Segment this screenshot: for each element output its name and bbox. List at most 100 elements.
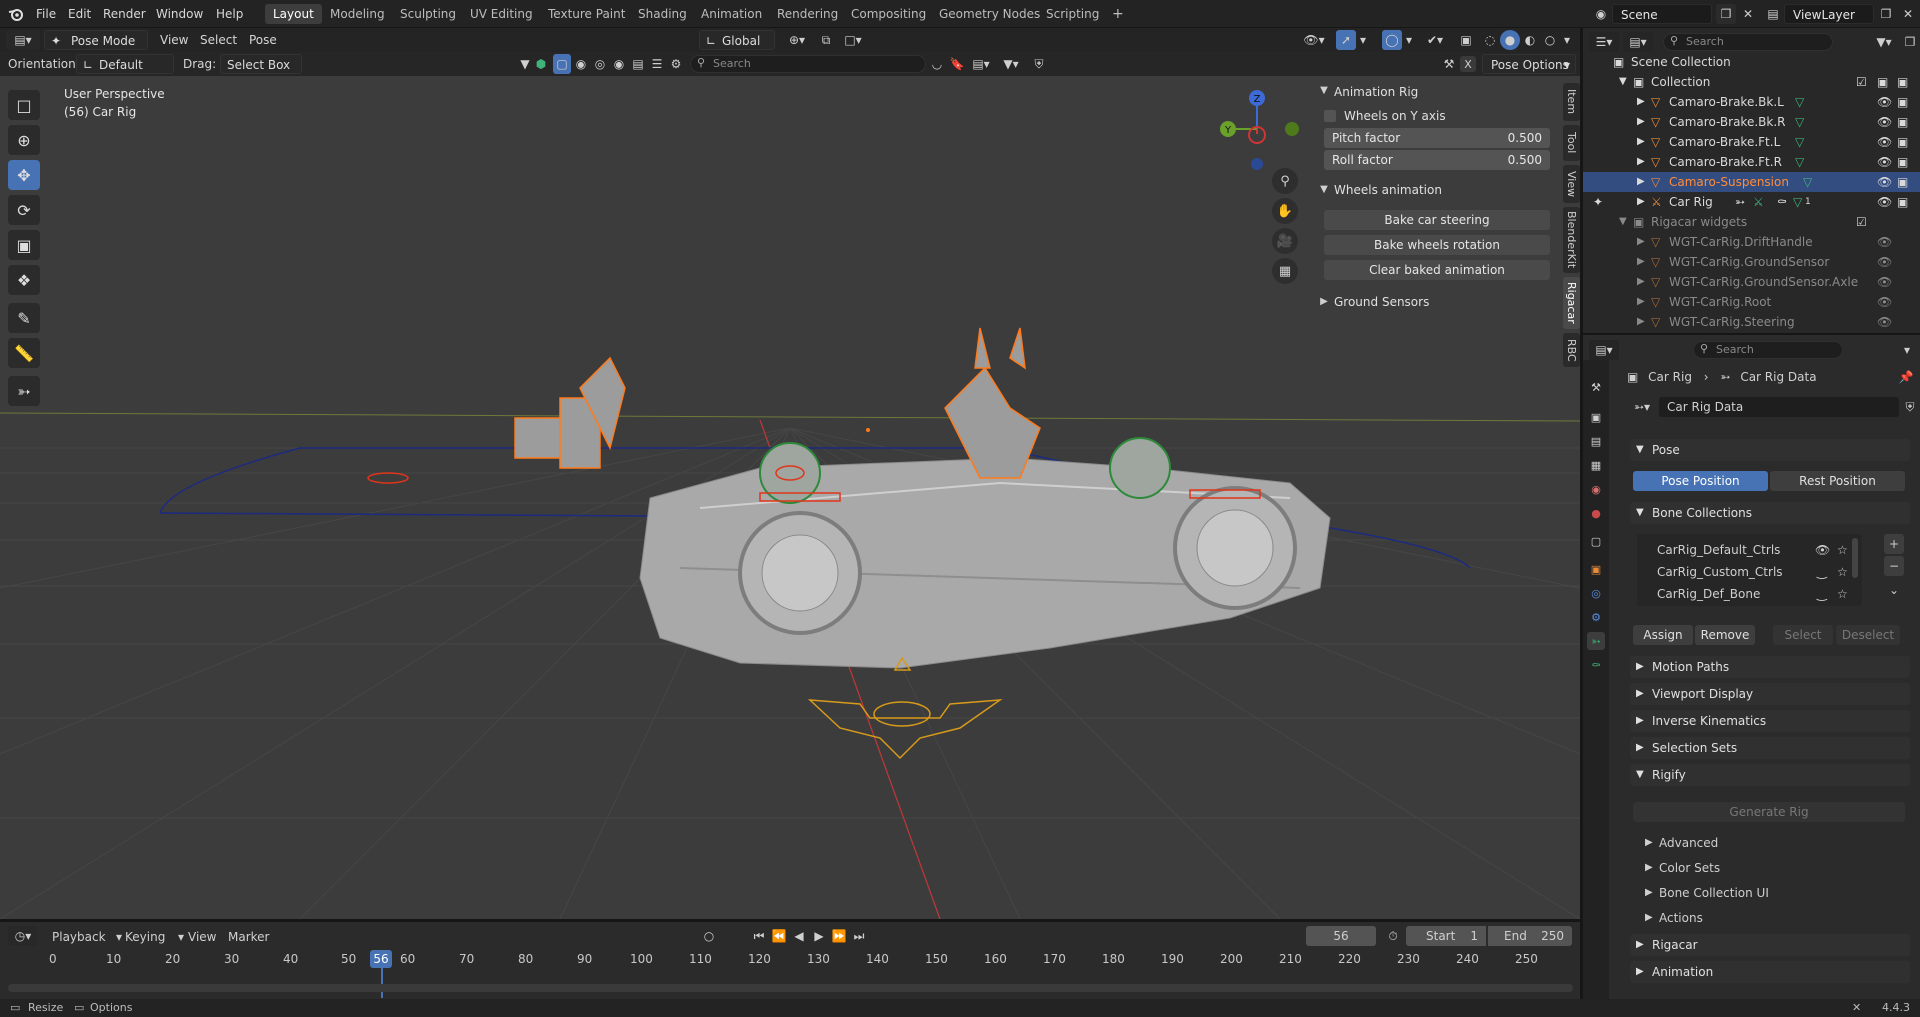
list-item[interactable]: CarRig_Custom_Ctrls ‿ ☆	[1637, 562, 1862, 582]
eye-icon[interactable]: 👁	[1877, 272, 1892, 292]
tab-blenderkit[interactable]: BlenderKit	[1563, 207, 1580, 273]
menu-keying[interactable]: Keying	[125, 930, 165, 944]
end-frame-field[interactable]: End 250	[1488, 926, 1572, 946]
delete-scene-icon[interactable]: ✕	[1738, 4, 1758, 24]
area-divider[interactable]	[1583, 333, 1920, 335]
menu-playback[interactable]: Playback	[52, 930, 106, 944]
selection-sets-panel-header[interactable]: ▶ Selection Sets	[1630, 737, 1910, 759]
tab-view[interactable]: View	[1563, 165, 1580, 203]
properties-search-input[interactable]: ⚲ Search	[1693, 341, 1843, 359]
playhead-frame[interactable]: 56	[370, 950, 392, 968]
select-layers-icon[interactable]: ▤	[629, 54, 647, 74]
roll-factor-field[interactable]: Roll factor 0.500	[1324, 150, 1550, 170]
collection-tab-icon[interactable]: ▢	[1587, 532, 1605, 550]
menu-edit[interactable]: Edit	[62, 5, 97, 23]
checkbox-icon[interactable]: ☑	[1856, 72, 1867, 92]
snap-target-icon[interactable]: □▾	[838, 30, 868, 50]
remove-button[interactable]: Remove	[1695, 625, 1755, 645]
mode-selector[interactable]: ✦ Pose Mode	[44, 30, 148, 50]
tab-modeling[interactable]: Modeling	[322, 4, 393, 24]
visibility-icon[interactable]: 👁▾	[1296, 30, 1332, 50]
menu-view[interactable]: View	[160, 30, 188, 50]
outliner-item[interactable]: ▶ ▽ Camaro-Brake.Ft.R ▽ 👁 ▣	[1583, 152, 1920, 172]
match-case-icon[interactable]: ◡	[928, 54, 946, 74]
camera-icon[interactable]: ▣	[1897, 172, 1908, 192]
chevron-down-icon[interactable]: ⌄	[1884, 580, 1904, 600]
eye-icon[interactable]: 👁	[1877, 192, 1892, 212]
zoom-icon[interactable]: ⚲	[1272, 168, 1298, 194]
outliner-item-selected[interactable]: ▶ ▽ Camaro-Suspension ▽ 👁 ▣	[1583, 172, 1920, 192]
pose-panel-header[interactable]: ▼ Pose	[1630, 439, 1910, 461]
properties-editor-icon[interactable]: ▤▾	[1589, 340, 1619, 360]
display-mode-icon[interactable]: ▤▾	[1623, 32, 1653, 52]
animation-panel-header[interactable]: ▶ Animation	[1630, 961, 1910, 983]
snap-icon[interactable]: ⧉	[816, 30, 836, 50]
fake-user-shield-icon[interactable]: ⛨	[1901, 397, 1919, 417]
viewport-search-input[interactable]: ⚲ Search	[690, 55, 926, 73]
world-tab-icon[interactable]: ●	[1587, 504, 1605, 522]
viewport-display-panel-header[interactable]: ▶ Viewport Display	[1630, 683, 1910, 705]
play-reverse-icon[interactable]: ◀	[790, 927, 808, 945]
eye-icon[interactable]: 👁	[1877, 172, 1892, 192]
bone-collections-panel-header[interactable]: ▼ Bone Collections	[1630, 502, 1910, 524]
actions-subpanel-header[interactable]: ▶ Actions	[1643, 908, 1905, 928]
armature-data-icon[interactable]: ➳▾	[1627, 397, 1657, 417]
select-bones-button[interactable]: Select	[1773, 625, 1833, 645]
tab-geometry-nodes[interactable]: Geometry Nodes	[931, 4, 1048, 24]
chevron-down-icon[interactable]: ▾	[1899, 340, 1915, 360]
wheels-y-checkbox[interactable]	[1324, 110, 1336, 122]
new-collection-icon[interactable]: ❐	[1901, 32, 1919, 52]
timeline-scrollbar[interactable]	[8, 984, 1573, 992]
stopwatch-icon[interactable]: ⏱	[1384, 927, 1402, 945]
mirror-x-button[interactable]: X	[1460, 56, 1476, 72]
wireframe-shading-icon[interactable]: ◌	[1480, 30, 1500, 50]
rest-position-button[interactable]: Rest Position	[1770, 471, 1905, 491]
menu-timeline-view[interactable]: View	[188, 930, 216, 944]
transform-orientation-selector[interactable]: ∟ Global	[699, 30, 775, 50]
tab-layout[interactable]: Layout	[265, 4, 322, 24]
widgets-collection-row[interactable]: ▼ ▣ Rigacar widgets ☑	[1583, 212, 1920, 232]
tab-rbc[interactable]: RBC	[1563, 333, 1580, 367]
rendered-shading-icon[interactable]: ○	[1540, 30, 1560, 50]
overlay-dropdown-icon[interactable]: ▾	[1402, 30, 1416, 50]
tab-rendering[interactable]: Rendering	[769, 4, 846, 24]
filter-icon[interactable]: ▼▾	[1869, 32, 1899, 52]
assign-button[interactable]: Assign	[1633, 625, 1693, 645]
wheels-animation-header[interactable]: Wheels animation	[1334, 180, 1442, 200]
rigify-panel-header[interactable]: ▼ Rigify	[1630, 764, 1910, 786]
chevron-down-icon[interactable]: ▼	[1318, 82, 1330, 98]
outliner-item[interactable]: ▶ ▽ Camaro-Brake.Ft.L ▽ 👁 ▣	[1583, 132, 1920, 152]
navigation-gizmo[interactable]: Z Y	[1210, 86, 1306, 172]
menu-file[interactable]: File	[30, 5, 62, 23]
pose-options-dropdown[interactable]: Pose Options ▾	[1482, 54, 1576, 74]
checkbox-icon[interactable]: ☑	[1856, 212, 1867, 232]
select-mode-icon[interactable]: ▢	[553, 54, 571, 74]
outliner-editor-icon[interactable]: ☰▾	[1589, 32, 1619, 52]
output-tab-icon[interactable]: ▤	[1587, 432, 1605, 450]
rig-settings-icon[interactable]: ⚒	[1440, 54, 1458, 74]
tab-uv-editing[interactable]: UV Editing	[462, 4, 541, 24]
chevron-down-icon[interactable]: ▼	[1318, 181, 1330, 197]
outliner-item[interactable]: ▶ ▽ WGT-CarRig.GroundSensor.Axle 👁	[1583, 272, 1920, 292]
scene-icon[interactable]: ◉	[1590, 4, 1612, 24]
advanced-subpanel-header[interactable]: ▶ Advanced	[1643, 833, 1905, 853]
sort-icon[interactable]: ▤▾	[968, 54, 994, 74]
tab-item[interactable]: Item	[1563, 83, 1580, 121]
select-material-icon[interactable]: ◉	[610, 54, 628, 74]
view-layer-selector[interactable]: ViewLayer	[1784, 4, 1874, 24]
physics-tab-icon[interactable]: ◎	[1587, 584, 1605, 602]
outliner-item[interactable]: ▶ ▽ WGT-CarRig.Steering 👁	[1583, 312, 1920, 332]
scene-tab-icon[interactable]: ◉	[1587, 480, 1605, 498]
rotate-tool[interactable]: ⟳	[8, 195, 40, 225]
tab-shading[interactable]: Shading	[630, 4, 695, 24]
render-restrict-icon[interactable]: ▣	[1897, 72, 1908, 92]
clear-baked-button[interactable]: Clear baked animation	[1324, 260, 1550, 280]
view-layer-tab-icon[interactable]: ▦	[1587, 456, 1605, 474]
select-list-icon[interactable]: ☰	[648, 54, 666, 74]
blender-logo-icon[interactable]	[6, 5, 26, 23]
star-icon[interactable]: ☆	[1837, 540, 1848, 560]
tab-sculpting[interactable]: Sculpting	[392, 4, 464, 24]
select-settings-icon[interactable]: ⚙	[667, 54, 685, 74]
cursor-tool[interactable]: ⊕	[8, 125, 40, 155]
camera-icon[interactable]: ▣	[1897, 152, 1908, 172]
